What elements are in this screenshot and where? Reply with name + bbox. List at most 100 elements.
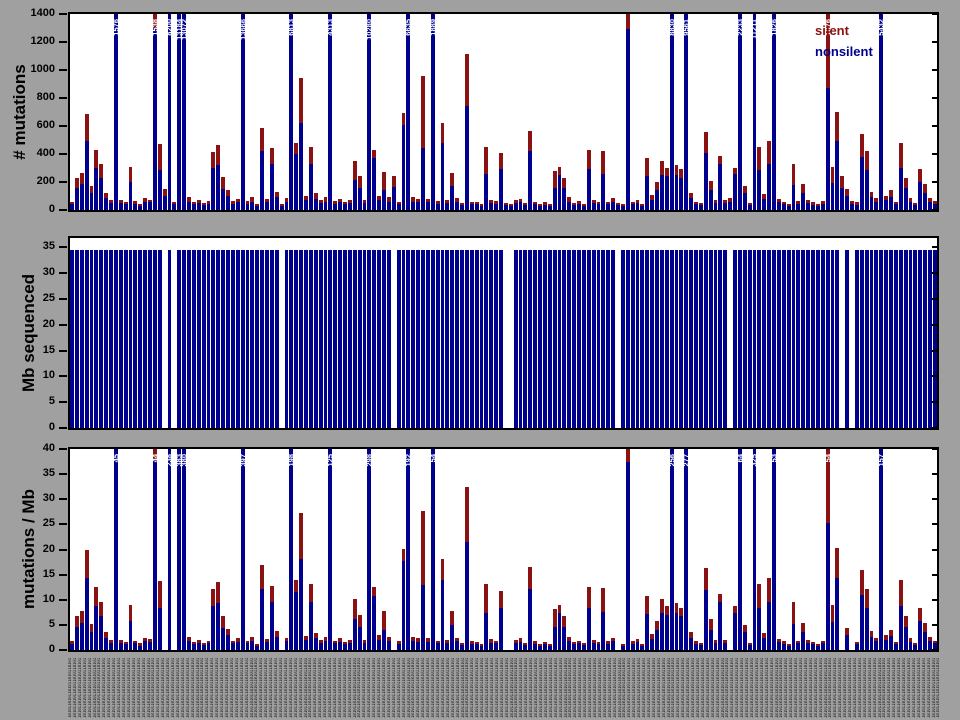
- bar: [353, 449, 357, 650]
- bar: [562, 449, 566, 650]
- nonsilent-segment: [207, 643, 211, 650]
- bar: [304, 14, 308, 210]
- nonsilent-segment: [821, 250, 825, 428]
- bar: [626, 238, 630, 428]
- sample-id-label: 18101181011810118101181011: [196, 658, 200, 718]
- silent-segment: [679, 169, 683, 177]
- nonsilent-segment: [338, 202, 342, 210]
- sample-id-label: 18101181011810118101181011: [691, 658, 695, 718]
- sample-id-label: 18101181011810118101181011: [721, 658, 725, 718]
- sample-id-label: 18101181011810118101181011: [500, 658, 504, 718]
- bar: 6635: [406, 14, 410, 210]
- nonsilent-segment: [270, 602, 274, 650]
- bar: [450, 449, 454, 650]
- bar: [124, 14, 128, 210]
- silent-segment: [792, 164, 796, 185]
- nonsilent-segment: [650, 639, 654, 650]
- y-tick-mark-left: [59, 649, 67, 651]
- nonsilent-segment: [772, 250, 776, 428]
- clipped-bar-value-label: 53: [769, 454, 778, 462]
- bar: 2233: [738, 14, 742, 210]
- mutations-per-mb-panel: 4544238383380397198125298192542562776432…: [68, 447, 939, 652]
- bar: [480, 449, 484, 650]
- nonsilent-segment: [582, 206, 586, 210]
- y-tick-mark-left: [59, 523, 67, 525]
- bar: [255, 238, 259, 428]
- bar: [621, 14, 625, 210]
- nonsilent-segment: [480, 250, 484, 428]
- bar: [187, 238, 191, 428]
- nonsilent-segment: [845, 635, 849, 650]
- nonsilent-segment: [177, 250, 181, 428]
- bar: [918, 14, 922, 210]
- nonsilent-segment: [436, 250, 440, 428]
- bar: [324, 238, 328, 428]
- silent-segment: [392, 176, 396, 187]
- bar: [319, 449, 323, 650]
- nonsilent-segment: [304, 250, 308, 428]
- nonsilent-segment: [85, 250, 89, 428]
- nonsilent-segment: [909, 202, 913, 210]
- silent-segment: [757, 584, 761, 608]
- bar: [597, 238, 601, 428]
- nonsilent-segment: [387, 202, 391, 210]
- bar: [704, 449, 708, 650]
- sample-id-label: 18101181011810118101181011: [863, 658, 867, 718]
- nonsilent-segment: [402, 561, 406, 650]
- nonsilent-segment: [670, 449, 674, 650]
- nonsilent-segment: [265, 202, 269, 210]
- bar: [216, 238, 220, 428]
- silent-segment: [675, 165, 679, 175]
- sample-id-label: 18101181011810118101181011: [456, 658, 460, 718]
- sample-id-label: 18101181011810118101181011: [411, 658, 415, 718]
- nonsilent-segment: [577, 204, 581, 210]
- y-tick-mark-right: [932, 498, 937, 500]
- bar: [874, 449, 878, 650]
- bar: [514, 238, 518, 428]
- bar: [840, 238, 844, 428]
- bar: [733, 449, 737, 650]
- bar: 1826: [772, 14, 776, 210]
- sample-id-label: 18101181011810118101181011: [642, 658, 646, 718]
- nonsilent-segment: [294, 154, 298, 210]
- bar: [675, 14, 679, 210]
- nonsilent-segment: [289, 14, 293, 210]
- bar: [665, 14, 669, 210]
- bar: [572, 449, 576, 650]
- sample-id-label: 18101181011810118101181011: [426, 658, 430, 718]
- sample-id-label: 18101181011810118101181011: [588, 658, 592, 718]
- nonsilent-segment: [270, 250, 274, 428]
- nonsilent-segment: [309, 250, 313, 428]
- nonsilent-segment: [211, 606, 215, 650]
- sample-id-label: 18101181011810118101181011: [564, 658, 568, 718]
- bar: 380: [182, 449, 186, 650]
- sample-id-label: 18101181011810118101181011: [755, 658, 759, 718]
- bar: [640, 238, 644, 428]
- nonsilent-segment: [709, 250, 713, 428]
- silent-segment: [767, 578, 771, 601]
- silent-segment: [465, 54, 469, 107]
- nonsilent-segment: [811, 644, 815, 650]
- silent-segment: [158, 581, 162, 609]
- nonsilent-segment: [840, 188, 844, 210]
- silent-segment: [353, 161, 357, 180]
- bar: [562, 238, 566, 428]
- nonsilent-segment: [104, 250, 108, 428]
- bar: [480, 14, 484, 210]
- bar: [553, 238, 557, 428]
- bar: [255, 14, 259, 210]
- nonsilent-segment: [870, 197, 874, 210]
- nonsilent-segment: [455, 641, 459, 650]
- bar: [499, 14, 503, 210]
- bar: [679, 14, 683, 210]
- silent-segment: [358, 615, 362, 627]
- silent-segment: [221, 177, 225, 189]
- nonsilent-segment: [314, 250, 318, 428]
- bar: [129, 238, 133, 428]
- bar: [250, 14, 254, 210]
- bar: [216, 14, 220, 210]
- nonsilent-segment: [114, 449, 118, 650]
- nonsilent-segment: [163, 196, 167, 210]
- clipped-bar-value-label: 54: [428, 454, 437, 462]
- sample-id-label: 18101181011810118101181011: [245, 658, 249, 718]
